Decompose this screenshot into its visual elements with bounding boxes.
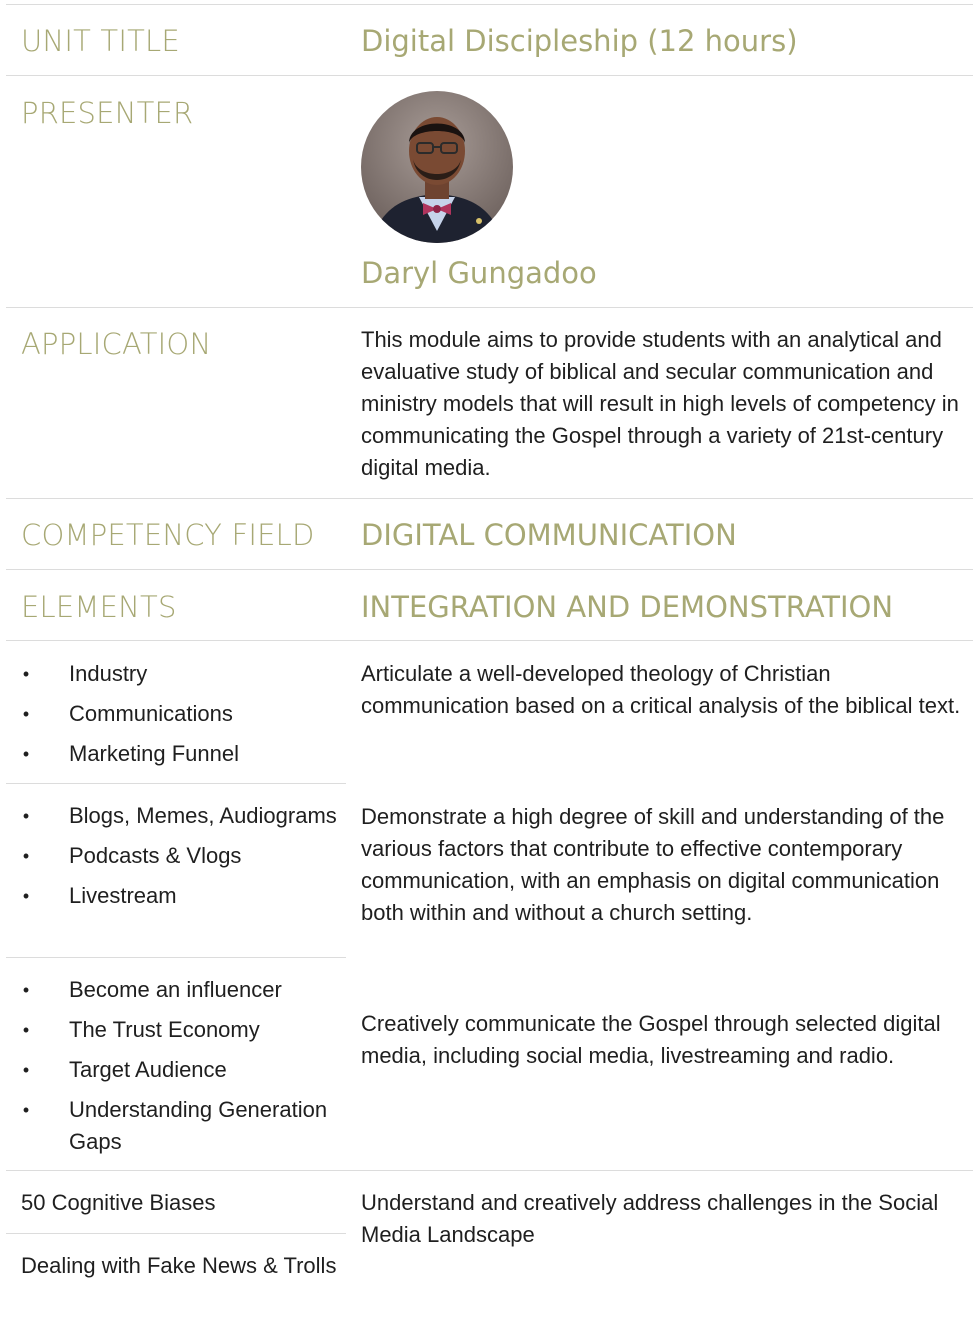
- element-fake-news: Dealing with Fake News & Trolls: [21, 1253, 337, 1278]
- demonstration-text-2: Demonstrate a high degree of skill and u…: [361, 804, 945, 925]
- divider: [6, 569, 973, 570]
- bullet-icon: •: [22, 664, 30, 684]
- bullet-icon: •: [22, 744, 30, 764]
- demonstration-text-1: Articulate a well-developed theology of …: [361, 661, 961, 718]
- divider: [6, 783, 346, 784]
- list-item-label: Podcasts & Vlogs: [69, 843, 242, 868]
- unit-title-label: UNIT TITLE: [21, 24, 180, 58]
- bullet-icon: •: [22, 1020, 30, 1040]
- bullet-icon: •: [22, 806, 30, 826]
- bullet-icon: •: [22, 886, 30, 906]
- list-item: • Target Audience: [21, 1054, 341, 1086]
- application-label: APPLICATION: [21, 327, 212, 361]
- bullet-icon: •: [22, 1100, 30, 1120]
- divider: [6, 957, 346, 958]
- element-list-1: • Industry • Communications • Marketing Fun…: [21, 658, 341, 778]
- divider: [6, 1170, 973, 1171]
- bullet-icon: •: [22, 1060, 30, 1080]
- list-item-label: Communications: [69, 701, 233, 726]
- elements-label: ELEMENTS: [21, 590, 177, 624]
- list-item: • Become an influencer: [21, 974, 341, 1006]
- element-list-3: • Become an influencer • The Trust Economy…: [21, 974, 341, 1166]
- list-item-label: Understanding Generation Gaps: [69, 1097, 328, 1154]
- element-list-2: • Blogs, Memes, Audiograms • Podcasts & Vl…: [21, 800, 341, 920]
- bullet-icon: •: [22, 704, 30, 724]
- presenter-label: PRESENTER: [21, 96, 194, 130]
- list-item-label: Livestream: [69, 883, 177, 908]
- demonstration-text-4: Understand and creatively address challe…: [361, 1190, 939, 1247]
- elements-value: INTEGRATION AND DEMONSTRATION: [361, 590, 894, 624]
- list-item-label: The Trust Economy: [69, 1017, 260, 1042]
- element-cognitive-biases: 50 Cognitive Biases: [21, 1190, 216, 1215]
- list-item: • Industry: [21, 658, 341, 690]
- list-item: • Blogs, Memes, Audiograms: [21, 800, 341, 832]
- competency-label: COMPETENCY FIELD: [21, 518, 315, 552]
- demonstration-text-3: Creatively communicate the Gospel throug…: [361, 1011, 941, 1068]
- list-item-label: Marketing Funnel: [69, 741, 239, 766]
- list-item-label: Blogs, Memes, Audiograms: [69, 803, 337, 828]
- list-item: • The Trust Economy: [21, 1014, 341, 1046]
- divider: [6, 640, 973, 641]
- list-item-label: Become an influencer: [69, 977, 282, 1002]
- divider: [6, 1233, 346, 1234]
- unit-title-value: Digital Discipleship (12 hours): [361, 24, 798, 58]
- divider: [6, 75, 973, 76]
- divider: [6, 307, 973, 308]
- presenter-name: Daryl Gungadoo: [361, 256, 597, 290]
- list-item: • Marketing Funnel: [21, 738, 341, 770]
- list-item: • Podcasts & Vlogs: [21, 840, 341, 872]
- competency-value: DIGITAL COMMUNICATION: [361, 518, 737, 552]
- list-item-label: Industry: [69, 661, 148, 686]
- list-item: • Communications: [21, 698, 341, 730]
- bullet-icon: •: [22, 846, 30, 866]
- application-text: This module aims to provide students wit…: [361, 327, 959, 480]
- list-item: • Livestream: [21, 880, 341, 912]
- divider: [6, 4, 973, 5]
- list-item: • Understanding Generation Gaps: [21, 1094, 341, 1158]
- list-item-label: Target Audience: [69, 1057, 227, 1082]
- divider: [6, 498, 973, 499]
- presenter-photo: [361, 91, 513, 243]
- bullet-icon: •: [22, 980, 30, 1000]
